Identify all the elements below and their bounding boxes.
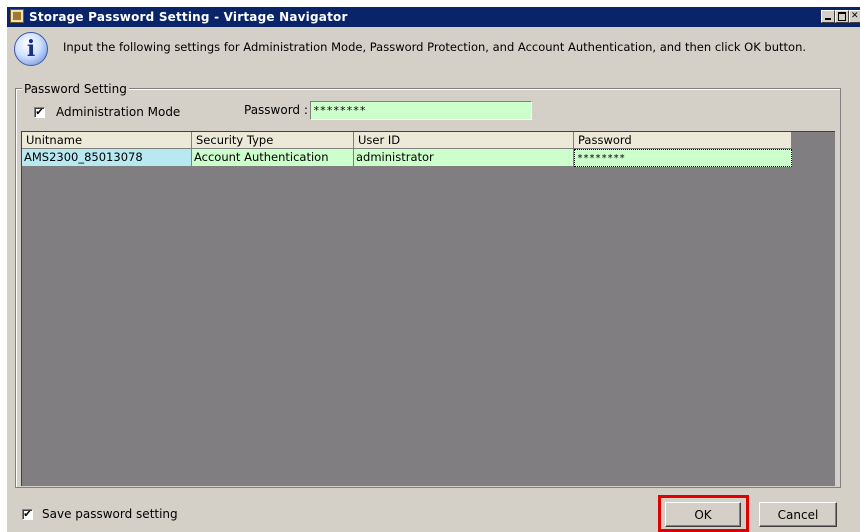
- column-header-password[interactable]: Password: [574, 132, 792, 149]
- administration-mode-label[interactable]: Administration Mode: [56, 105, 180, 119]
- maximize-button[interactable]: [835, 10, 849, 23]
- column-header-user-id[interactable]: User ID: [354, 132, 574, 149]
- close-button[interactable]: [849, 10, 860, 23]
- grid-header: Unitname Security Type User ID Password: [22, 132, 792, 149]
- administration-mode-checkbox[interactable]: ✔: [34, 107, 45, 118]
- save-password-checkbox[interactable]: ✔: [22, 509, 33, 520]
- cell-security-type[interactable]: Account Authentication: [192, 149, 354, 167]
- column-header-unitname[interactable]: Unitname: [22, 132, 192, 149]
- group-legend: Password Setting: [22, 82, 129, 96]
- instruction-text: Input the following settings for Adminis…: [63, 40, 807, 54]
- column-header-security-type[interactable]: Security Type: [192, 132, 354, 149]
- unit-grid: Unitname Security Type User ID Password …: [21, 131, 835, 486]
- minimize-button[interactable]: [821, 10, 835, 23]
- cell-password[interactable]: ********: [574, 149, 792, 167]
- table-row[interactable]: AMS2300_85013078 Account Authentication …: [22, 149, 792, 167]
- information-icon: i: [14, 32, 48, 66]
- ok-highlight-box: [658, 495, 749, 532]
- password-label: Password :: [244, 103, 308, 117]
- password-input[interactable]: ********: [310, 101, 532, 120]
- title-bar[interactable]: Storage Password Setting - Virtage Navig…: [7, 7, 860, 27]
- cancel-button[interactable]: Cancel: [759, 502, 837, 527]
- save-password-label[interactable]: Save password setting: [42, 507, 178, 521]
- app-cube-icon: [10, 9, 24, 23]
- cell-unitname[interactable]: AMS2300_85013078: [22, 149, 192, 167]
- cell-user-id[interactable]: administrator: [354, 149, 574, 167]
- window-title: Storage Password Setting - Virtage Navig…: [29, 10, 348, 24]
